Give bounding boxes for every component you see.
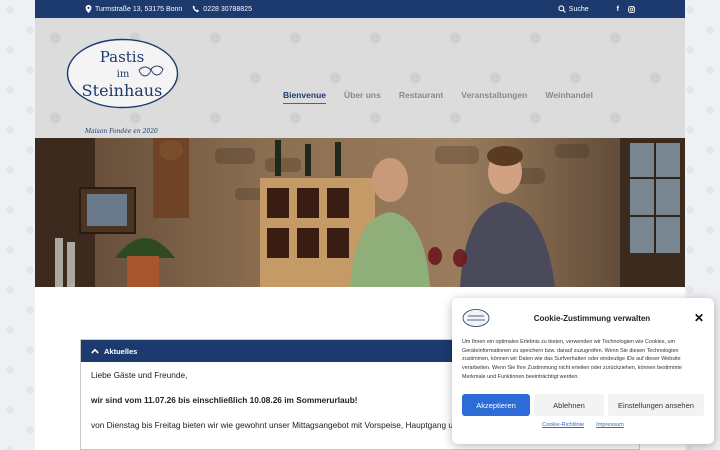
phone-text: 0228 30788825 [203, 5, 252, 13]
chevron-up-icon [91, 348, 99, 354]
logo-line2: im [117, 69, 130, 80]
site-logo[interactable]: Pastis im Steinhaus [65, 36, 180, 111]
cookie-dialog-logo [462, 309, 490, 327]
nav-item-bienvenue[interactable]: Bienvenue [283, 90, 326, 104]
address-item[interactable]: Turmstraße 13, 53175 Bonn [85, 5, 182, 13]
accept-button[interactable]: Akzeptieren [462, 394, 530, 416]
logo-subtitle: Maison Fondée en 2020 [85, 128, 158, 135]
phone-icon [192, 5, 200, 13]
logo-line3: Steinhaus [82, 81, 163, 100]
cookie-consent-dialog: Cookie-Zustimmung verwalten ✕ Um Ihnen e… [452, 298, 714, 444]
hero-image [35, 138, 685, 287]
imprint-link[interactable]: Impressum [596, 422, 624, 428]
settings-button[interactable]: Einstellungen ansehen [608, 394, 704, 416]
search-label: Suche [568, 5, 589, 13]
instagram-icon[interactable] [628, 5, 635, 13]
cookie-dialog-title: Cookie-Zustimmung verwalten [533, 313, 651, 323]
cookie-dialog-text: Um Ihnen ein optimales Erlebnis zu biete… [462, 339, 682, 380]
location-pin-icon [85, 5, 92, 13]
address-text: Turmstraße 13, 53175 Bonn [95, 5, 183, 13]
decline-button[interactable]: Ablehnen [534, 394, 604, 416]
nav-item-veranstaltungen[interactable]: Veranstaltungen [461, 90, 527, 100]
facebook-icon[interactable]: f [617, 6, 619, 13]
close-icon[interactable]: ✕ [694, 311, 704, 325]
main-nav: Bienvenue Über uns Restaurant Veranstalt… [283, 90, 611, 104]
search-icon [558, 5, 566, 13]
cookie-policy-link[interactable]: Cookie-Richtlinie [542, 422, 584, 428]
nav-item-weinhandel[interactable]: Weinhandel [545, 90, 593, 100]
nav-item-restaurant[interactable]: Restaurant [399, 90, 443, 100]
logo-line1: Pastis [100, 48, 145, 66]
search-link[interactable]: Suche [558, 5, 589, 13]
news-title: Aktuelles [104, 346, 138, 356]
nav-item-ueber-uns[interactable]: Über uns [344, 90, 381, 100]
top-bar: Turmstraße 13, 53175 Bonn 0228 30788825 … [35, 0, 685, 18]
site-header: Pastis im Steinhaus Maison Fondée en 202… [35, 18, 685, 138]
phone-item[interactable]: 0228 30788825 [192, 5, 252, 13]
